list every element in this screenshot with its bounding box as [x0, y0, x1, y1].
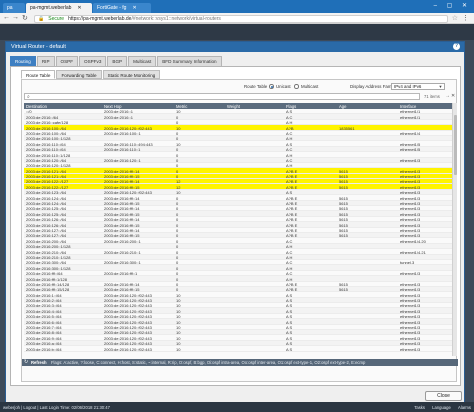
tab-route-table[interactable]: Route Table: [21, 70, 56, 79]
scrollbar-thumb[interactable]: [453, 115, 457, 175]
browser-tab-fortigate[interactable]: FortiGate - fg ✕: [93, 3, 151, 13]
tab-multicast[interactable]: Multicast: [128, 56, 157, 66]
main-tabs: Routing RIP OSPF OSPFv3 BGP Multicast BF…: [10, 56, 223, 66]
close-tab-icon[interactable]: ✕: [77, 5, 81, 11]
table-cell: A S: [286, 346, 293, 352]
tab-routing[interactable]: Routing: [10, 56, 36, 66]
filter-input[interactable]: ⌕: [24, 93, 420, 100]
clear-filter-icon[interactable]: ✕: [451, 93, 455, 99]
route-table-controls: Route Table Unicast Multicast Display Ad…: [22, 82, 458, 91]
bookmark-star-icon[interactable]: ☆: [452, 14, 458, 22]
status-bar: weberjoh | Logout | Last Login Time: 02/…: [0, 402, 474, 412]
apply-filter-icon[interactable]: →: [445, 93, 450, 99]
tab-ospfv3[interactable]: OSPFv3: [79, 56, 107, 66]
table-cell: 2003:de:2016:b::/64: [26, 346, 62, 352]
flags-legend: Flags: A:active, ?:loose, C:connect, H:h…: [51, 360, 366, 365]
refresh-bar: ↻ Refresh Flags: A:active, ?:loose, C:co…: [22, 359, 458, 366]
sub-tabs: Route Table Forwarding Table Static Rout…: [21, 70, 161, 79]
route-table-label: Route Table: [244, 84, 268, 89]
status-actions: Tasks Language Alarms: [408, 405, 471, 410]
url-input[interactable]: 🔒 Secure https://pa-mgmt.weberlab.de/#netw…: [34, 14, 448, 23]
window-controls[interactable]: – ▢ ✕: [434, 2, 471, 9]
tab-ospf[interactable]: OSPF: [55, 56, 79, 66]
unicast-radio[interactable]: [269, 84, 274, 89]
refresh-icon[interactable]: ↻: [24, 359, 28, 365]
table-cell: ethernet1/3: [400, 346, 421, 352]
multicast-label: Multicast: [301, 84, 319, 89]
close-button[interactable]: Close: [425, 391, 462, 401]
tab-static-route-monitoring[interactable]: Static Route Monitoring: [102, 70, 161, 79]
table-scrollbar[interactable]: [452, 103, 457, 356]
lock-icon: 🔒: [38, 16, 45, 22]
search-row: ⌕ 71 items → ✕: [22, 93, 458, 100]
display-address-family-label: Display Address Family: [350, 84, 396, 89]
dialog-title: Virtual Router - default: [11, 44, 66, 50]
multicast-radio[interactable]: [294, 84, 299, 89]
reload-icon[interactable]: ↻: [22, 14, 28, 22]
tab-bgp[interactable]: BGP: [107, 56, 128, 66]
refresh-button[interactable]: Refresh: [31, 360, 47, 365]
unicast-label: Unicast: [276, 84, 291, 89]
browser-menu-icon[interactable]: ⋮: [462, 14, 469, 22]
back-icon[interactable]: ←: [3, 14, 10, 21]
tab-bfd-summary[interactable]: BFD Summary Information: [157, 56, 222, 66]
dialog-title-bar: Virtual Router - default ?: [6, 42, 464, 52]
close-tab-icon[interactable]: ✕: [132, 5, 136, 11]
tab-forwarding-table[interactable]: Forwarding Table: [56, 70, 102, 79]
browser-tab-pa[interactable]: pa: [3, 3, 25, 13]
search-icon: ⌕: [27, 93, 30, 100]
table-cell: 10: [176, 346, 181, 352]
chevron-down-icon: ▼: [438, 84, 443, 89]
address-family-select[interactable]: IPv4 and IPv6 ▼: [391, 82, 445, 90]
virtual-router-dialog: Virtual Router - default ? Routing RIP O…: [5, 41, 465, 403]
tab-rip[interactable]: RIP: [36, 56, 55, 66]
item-count: 71 items: [424, 94, 440, 99]
table-body: ::/0 2003:de:2016::1 10 A Sethernet1/1 2003:…: [24, 109, 452, 352]
forward-icon[interactable]: →: [12, 14, 19, 21]
route-table-content: Route Table Unicast Multicast Display Ad…: [21, 79, 458, 382]
language-link[interactable]: Language: [432, 405, 451, 410]
app-header-strip: [0, 24, 474, 40]
browser-tab-bar: pa pa-mgmt.weberlab ✕ FortiGate - fg ✕ – ▢…: [0, 0, 474, 13]
address-bar: ← → ↻ 🔒 Secure https://pa-mgmt.weberlab.de…: [0, 13, 474, 24]
table-row[interactable]: 2003:de:2016:b::/64 2003:de:2016:120::f02…: [24, 346, 452, 352]
routing-panel: Route Table Forwarding Table Static Rout…: [10, 66, 461, 386]
tasks-link[interactable]: Tasks: [414, 405, 425, 410]
table-cell: 2003:de:2016:120::f02:443: [104, 346, 152, 352]
route-table: Destination Next Hop Metric Weight Flags…: [24, 103, 452, 356]
alarms-link[interactable]: Alarms: [458, 405, 471, 410]
help-icon[interactable]: ?: [453, 43, 460, 50]
browser-tab-pa-mgmt[interactable]: pa-mgmt.weberlab ✕: [26, 3, 92, 13]
session-info: weberjoh | Logout | Last Login Time: 02/…: [3, 404, 110, 410]
